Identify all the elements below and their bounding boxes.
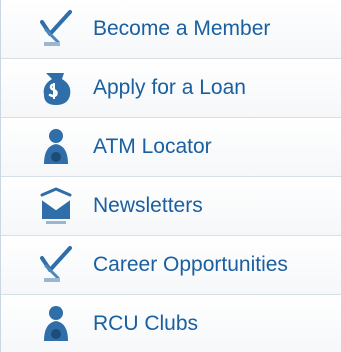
quick-links-menu: Become a Member Apply for a Loan ATM Loc… <box>0 0 342 352</box>
menu-item-label: Become a Member <box>93 17 271 40</box>
menu-item-newsletters[interactable]: Newsletters <box>1 177 341 236</box>
menu-item-career-opportunities[interactable]: Career Opportunities <box>1 236 341 295</box>
pencil-check-icon <box>33 5 81 53</box>
menu-item-rcu-clubs[interactable]: RCU Clubs <box>1 295 341 352</box>
menu-item-apply-for-a-loan[interactable]: Apply for a Loan <box>1 59 341 118</box>
menu-item-become-a-member[interactable]: Become a Member <box>1 0 341 59</box>
menu-item-label: Career Opportunities <box>93 253 288 276</box>
menu-item-atm-locator[interactable]: ATM Locator <box>1 118 341 177</box>
menu-item-label: Newsletters <box>93 194 203 217</box>
mail-icon <box>33 182 81 230</box>
menu-item-label: ATM Locator <box>93 135 212 158</box>
menu-item-label: RCU Clubs <box>93 312 199 335</box>
person-icon <box>33 123 81 171</box>
menu-item-label: Apply for a Loan <box>93 76 246 99</box>
money-bag-icon <box>33 64 81 112</box>
person-icon <box>33 300 81 348</box>
pencil-check-icon <box>33 241 81 289</box>
